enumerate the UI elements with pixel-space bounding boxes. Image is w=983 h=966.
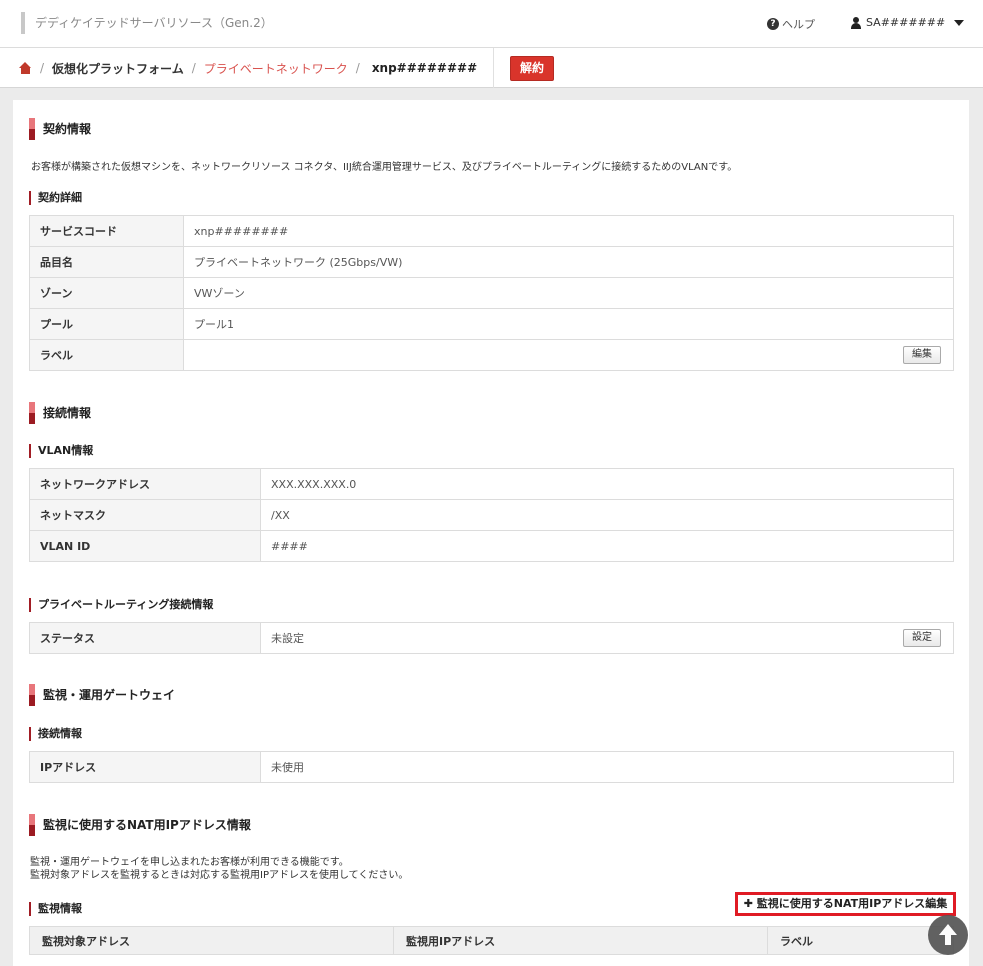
- section-title-contract: 契約情報: [29, 118, 91, 140]
- subsection-title-private-routing: プライベートルーティング接続情報: [29, 598, 213, 612]
- row-value-label: 編集: [183, 339, 954, 371]
- breadcrumb-divider: [493, 48, 494, 88]
- row-key: ステータス: [29, 622, 261, 654]
- table-row: ステータス 未設定 設定: [29, 622, 954, 654]
- contract-description: お客様が構築された仮想マシンを、ネットワークリソース コネクタ、IIJ統合運用管…: [31, 162, 738, 173]
- subsection-title-gateway-connection: 接続情報: [29, 727, 82, 741]
- chevron-down-icon: [954, 19, 965, 26]
- row-value: /XX: [260, 499, 954, 531]
- table-row: IPアドレス 未使用: [29, 751, 954, 783]
- help-link[interactable]: ? ヘルプ: [767, 16, 815, 32]
- edit-label-button[interactable]: 編集: [903, 346, 941, 364]
- row-key: VLAN ID: [29, 530, 261, 562]
- row-key: 品目名: [29, 246, 184, 278]
- breadcrumb-separator: /: [355, 61, 360, 75]
- table-row: サービスコード xnp########: [29, 215, 954, 247]
- row-value-status: 未設定 設定: [260, 622, 954, 654]
- user-menu[interactable]: SA#######: [851, 16, 965, 29]
- row-key: サービスコード: [29, 215, 184, 247]
- row-key: ネットマスク: [29, 499, 261, 531]
- breadcrumb-separator: /: [191, 61, 196, 75]
- top-bar: デディケイテッドサーバリソース（Gen.2） ? ヘルプ SA#######: [0, 0, 983, 48]
- scroll-to-top-button[interactable]: [928, 915, 968, 955]
- gateway-table: IPアドレス 未使用: [29, 751, 954, 783]
- home-icon[interactable]: [19, 62, 32, 74]
- section-title-connection: 接続情報: [29, 402, 91, 424]
- subsection-title-vlan: VLAN情報: [29, 444, 93, 458]
- row-key: プール: [29, 308, 184, 340]
- monitor-table: 監視対象アドレス 監視用IPアドレス ラベル: [29, 926, 954, 955]
- user-label: SA#######: [866, 16, 946, 29]
- row-value: xnp########: [183, 215, 954, 247]
- breadcrumb: / 仮想化プラットフォーム / プライベートネットワーク / xnp######…: [19, 48, 477, 88]
- edit-nat-ip-button[interactable]: ✚ 監視に使用するNAT用IPアドレス編集: [735, 892, 956, 916]
- section-title-gateway: 監視・運用ゲートウェイ: [29, 684, 175, 706]
- nat-description-line2: 監視対象アドレスを監視するときは対応する監視用IPアドレスを使用してください。: [30, 870, 409, 881]
- section-title-nat: 監視に使用するNAT用IPアドレス情報: [29, 814, 251, 836]
- status-value: 未設定: [271, 632, 304, 645]
- row-key: ネットワークアドレス: [29, 468, 261, 500]
- app-title: デディケイテッドサーバリソース（Gen.2）: [21, 12, 273, 34]
- row-key: ラベル: [29, 339, 184, 371]
- subsection-title-monitor: 監視情報: [29, 902, 82, 916]
- nat-description-line1: 監視・運用ゲートウェイを申し込まれたお客様が利用できる機能です。: [30, 857, 349, 868]
- column-header: 監視用IPアドレス: [393, 926, 768, 955]
- breadcrumb-current: xnp########: [371, 61, 478, 75]
- row-key: ゾーン: [29, 277, 184, 309]
- breadcrumb-item-platform[interactable]: 仮想化プラットフォーム: [52, 60, 184, 77]
- table-row: 品目名 プライベートネットワーク (25Gbps/VW): [29, 246, 954, 278]
- table-row: ゾーン VWゾーン: [29, 277, 954, 309]
- table-header-row: 監視対象アドレス 監視用IPアドレス ラベル: [29, 926, 954, 955]
- table-row: プール プール1: [29, 308, 954, 340]
- table-row: VLAN ID ####: [29, 530, 954, 562]
- row-value: プライベートネットワーク (25Gbps/VW): [183, 246, 954, 278]
- breadcrumb-bar: / 仮想化プラットフォーム / プライベートネットワーク / xnp######…: [0, 48, 983, 88]
- table-row: ラベル 編集: [29, 339, 954, 371]
- column-header: 監視対象アドレス: [29, 926, 394, 955]
- row-value: ####: [260, 530, 954, 562]
- user-icon: [851, 16, 861, 29]
- help-label: ヘルプ: [782, 18, 815, 31]
- table-row: ネットマスク /XX: [29, 499, 954, 531]
- help-icon: ?: [767, 18, 779, 30]
- cancel-contract-button[interactable]: 解約: [510, 56, 554, 81]
- breadcrumb-item-private-network[interactable]: プライベートネットワーク: [204, 60, 348, 77]
- row-value: プール1: [183, 308, 954, 340]
- vlan-table: ネットワークアドレス XXX.XXX.XXX.0 ネットマスク /XX VLAN…: [29, 468, 954, 562]
- table-row: ネットワークアドレス XXX.XXX.XXX.0: [29, 468, 954, 500]
- nat-description: 監視・運用ゲートウェイを申し込まれたお客様が利用できる機能です。 監視対象アドレ…: [30, 856, 408, 882]
- contract-detail-table: サービスコード xnp######## 品目名 プライベートネットワーク (25…: [29, 215, 954, 371]
- row-value: VWゾーン: [183, 277, 954, 309]
- settings-button[interactable]: 設定: [903, 629, 941, 647]
- breadcrumb-separator: /: [40, 61, 45, 75]
- row-key: IPアドレス: [29, 751, 261, 783]
- column-header: ラベル: [767, 926, 954, 955]
- private-routing-table: ステータス 未設定 設定: [29, 622, 954, 654]
- row-value: XXX.XXX.XXX.0: [260, 468, 954, 500]
- subsection-title-contract-detail: 契約詳細: [29, 191, 82, 205]
- row-value: 未使用: [260, 751, 954, 783]
